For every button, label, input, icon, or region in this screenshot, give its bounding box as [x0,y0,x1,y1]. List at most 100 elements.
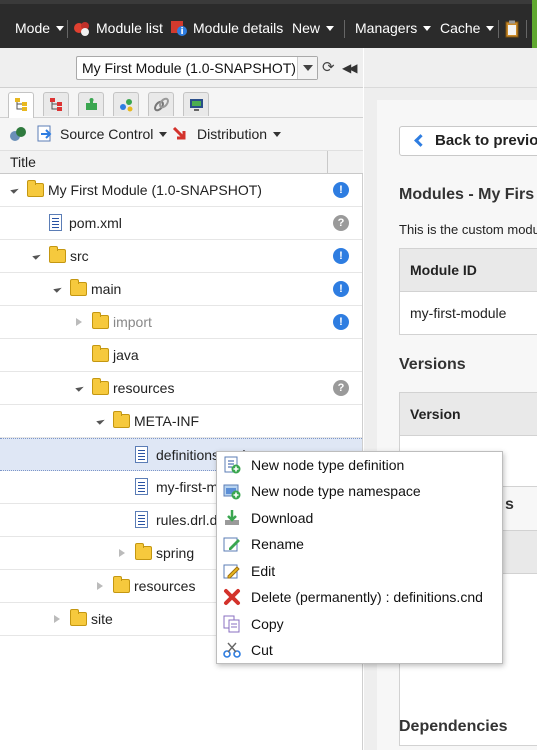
module-details-menu[interactable]: Module details [170,17,283,39]
menu-item-new-node-type-namespace[interactable]: New node type namespace [217,478,502,504]
help-status-icon[interactable]: ? [333,380,349,396]
module-select[interactable]: My First Module (1.0-SNAPSHOT) [76,56,318,80]
menu-item-label: Download [251,510,314,526]
expanded-arrow-icon[interactable] [75,383,84,392]
menu-item-delete[interactable]: Delete (permanently) : definitions.cnd [217,584,502,610]
tree-row-label: java [113,347,139,363]
download-icon [225,510,239,525]
menu-item-download[interactable]: Download [217,505,502,531]
new-menu[interactable]: New [292,17,335,39]
chevron-down-icon [423,25,432,31]
tree-row-module-root[interactable]: My First Module (1.0-SNAPSHOT) ! [0,174,362,207]
back-to-previous-button[interactable]: Back to previou [399,126,537,156]
tree-row-java[interactable]: java [0,339,362,372]
source-control-menu[interactable]: Source Control [60,126,168,142]
menu-item-label: New node type namespace [251,483,421,499]
source-control-icon [36,125,54,146]
mode-menu[interactable]: Mode [15,17,65,39]
column-divider [327,151,328,174]
chevron-down-icon [273,131,282,137]
menu-item-label: Delete (permanently) : definitions.cnd [251,589,483,605]
distribution-label: Distribution [197,126,268,142]
top-menu-bar: Mode Module list Module details New Mana… [0,0,537,52]
tree-row-main[interactable]: main ! [0,273,362,306]
folder-icon [70,279,87,296]
folder-icon [92,312,109,329]
menu-item-new-node-type-definition[interactable]: New node type definition [217,452,502,478]
tab-components[interactable] [78,92,104,116]
tree-row-label: site [91,611,113,627]
copy-icon [223,615,240,633]
tree-row-label: My First Module (1.0-SNAPSHOT) [48,182,262,198]
menu-item-label: Copy [251,616,284,632]
info-status-icon[interactable]: ! [333,248,349,264]
info-status-icon[interactable]: ! [333,281,349,297]
collapsed-arrow-icon[interactable] [76,318,82,326]
new-menu-label: New [292,20,321,36]
tab-preview[interactable] [183,92,209,116]
expanded-arrow-icon[interactable] [96,416,105,425]
tab-red-tree[interactable] [43,92,69,116]
section-heading-partial: s [505,496,514,513]
menu-divider [67,20,68,38]
molecule-icon [120,99,133,112]
delete-icon [224,589,240,605]
managers-menu[interactable]: Managers [355,17,432,39]
module-details-icon [170,19,188,37]
menu-divider [526,20,527,38]
tree-row-label: rules.drl.di [156,512,221,528]
collapsed-arrow-icon[interactable] [119,549,125,557]
menu-item-edit[interactable]: Edit [217,558,502,584]
tree-column-header[interactable]: Title [0,150,363,174]
collapsed-arrow-icon[interactable] [97,582,103,590]
modules-icon[interactable] [9,125,27,146]
tree-red-icon [50,98,62,111]
menu-item-label: Rename [251,536,304,552]
info-status-icon[interactable]: ! [333,314,349,330]
tree-row-pom[interactable]: pom.xml ? [0,207,362,240]
menu-item-label: New node type definition [251,457,405,473]
version-header: Version [400,393,537,436]
expanded-arrow-icon[interactable] [10,185,19,194]
cache-menu[interactable]: Cache [440,17,495,39]
menu-item-rename[interactable]: Rename [217,531,502,557]
expanded-arrow-icon[interactable] [53,284,62,293]
collapsed-arrow-icon[interactable] [54,615,60,623]
folder-icon [113,411,130,428]
info-status-icon[interactable]: ! [333,182,349,198]
module-list-menu[interactable]: Module list [73,17,163,39]
collapse-panel-icon[interactable]: ◀◀ [342,60,358,76]
clipboard-icon[interactable] [505,20,519,41]
menu-item-copy[interactable]: Copy [217,611,502,637]
tab-content-tree[interactable] [8,92,34,118]
help-status-icon[interactable]: ? [333,215,349,231]
tree-row-src[interactable]: src ! [0,240,362,273]
chevron-down-icon[interactable] [297,57,317,79]
tab-templates[interactable] [113,92,139,116]
mode-menu-label: Mode [15,20,51,36]
menu-item-cut[interactable]: Cut [217,637,502,663]
tab-links[interactable] [148,92,174,116]
module-id-header: Module ID [400,249,537,292]
puzzle-icon [86,98,97,110]
modules-heading: Modules - My Firs [399,186,535,203]
expanded-arrow-icon[interactable] [32,251,41,260]
module-select-value: My First Module (1.0-SNAPSHOT) [82,60,296,76]
tree-row-label: my-first-m [156,479,219,495]
tree-row-label: import [113,314,152,330]
refresh-icon[interactable]: ⟳ [322,60,335,76]
chevron-down-icon [486,25,495,31]
scissors-icon [223,642,241,658]
distribution-menu[interactable]: Distribution [197,126,282,142]
folder-icon [92,378,109,395]
link-icon [154,97,169,112]
module-description: This is the custom modu [399,222,537,237]
tree-row-resources[interactable]: resources ? [0,372,362,405]
tree-row-meta-inf[interactable]: META-INF [0,405,362,438]
module-id-value: my-first-module [410,305,507,321]
module-list-icon [73,19,91,37]
chevron-down-icon [56,25,65,31]
file-icon [135,478,148,495]
tree-row-import[interactable]: import ! [0,306,362,339]
edit-icon [223,564,240,579]
